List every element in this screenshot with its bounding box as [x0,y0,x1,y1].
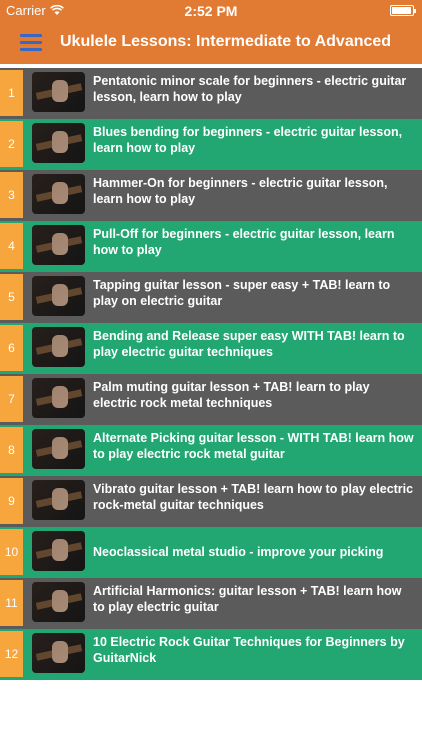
lesson-title: Palm muting guitar lesson + TAB! learn t… [93,380,370,410]
lesson-thumbnail[interactable] [32,378,85,418]
list-item[interactable]: 12 10 Electric Rock Guitar Techniques for… [0,629,422,680]
lesson-number: 1 [0,70,23,116]
lesson-thumbnail[interactable] [32,633,85,673]
lesson-title: Pull-Off for beginners - electric guitar… [93,227,395,257]
list-item[interactable]: 5 Tapping guitar lesson - super easy + TA… [0,272,422,323]
list-item[interactable]: 9 Vibrato guitar lesson + TAB! learn how … [0,476,422,527]
nav-bar: Ukulele Lessons: Intermediate to Advance… [0,22,422,64]
lesson-title: Blues bending for beginners - electric g… [93,125,403,155]
lesson-title: Bending and Release super easy WITH TAB!… [93,329,405,359]
list-item[interactable]: 2 Blues bending for beginners - electric … [0,119,422,170]
lesson-number: 5 [0,274,23,320]
list-item[interactable]: 6 Bending and Release super easy WITH TAB… [0,323,422,374]
lesson-thumbnail[interactable] [32,72,85,112]
status-time: 2:52 PM [184,3,238,19]
lesson-number: 8 [0,427,23,473]
lesson-number: 7 [0,376,23,422]
lesson-title: Tapping guitar lesson - super easy + TAB… [93,278,391,308]
lesson-number: 4 [0,223,23,269]
lesson-number: 9 [0,478,23,524]
list-item[interactable]: 4 Pull-Off for beginners - electric guita… [0,221,422,272]
lesson-thumbnail[interactable] [32,531,85,571]
list-item[interactable]: 8 Alternate Picking guitar lesson - WITH … [0,425,422,476]
status-bar: Carrier 2:52 PM [0,0,422,22]
lesson-number: 3 [0,172,23,218]
lesson-title: 10 Electric Rock Guitar Techniques for B… [93,635,405,665]
lesson-title: Artificial Harmonics: guitar lesson + TA… [93,584,402,614]
lesson-number: 11 [0,580,23,626]
lesson-number: 2 [0,121,23,167]
hamburger-menu-icon[interactable] [20,34,42,52]
battery-icon [390,5,416,16]
lesson-number: 6 [0,325,23,371]
lesson-thumbnail[interactable] [32,480,85,520]
list-item[interactable]: 10 Neoclassical metal studio - improve yo… [0,527,422,578]
lesson-title: Pentatonic minor scale for beginners - e… [93,74,407,104]
lesson-title: Alternate Picking guitar lesson - WITH T… [93,431,414,461]
list-item[interactable]: 7 Palm muting guitar lesson + TAB! learn … [0,374,422,425]
lesson-thumbnail[interactable] [32,327,85,367]
lesson-title: Neoclassical metal studio - improve your… [93,545,384,559]
lesson-number: 10 [0,529,23,575]
lesson-thumbnail[interactable] [32,123,85,163]
lesson-thumbnail[interactable] [32,429,85,469]
lesson-thumbnail[interactable] [32,225,85,265]
list-item[interactable]: 11 Artificial Harmonics: guitar lesson + … [0,578,422,629]
lesson-title: Hammer-On for beginners - electric guita… [93,176,388,206]
lesson-number: 12 [0,631,23,677]
lesson-thumbnail[interactable] [32,276,85,316]
page-title: Ukulele Lessons: Intermediate to Advance… [60,33,392,50]
lesson-title: Vibrato guitar lesson + TAB! learn how t… [93,482,414,512]
list-item[interactable]: 3 Hammer-On for beginners - electric guit… [0,170,422,221]
lesson-thumbnail[interactable] [32,582,85,622]
lesson-list: 1 Pentatonic minor scale for beginners - … [0,68,422,680]
lesson-thumbnail[interactable] [32,174,85,214]
list-item[interactable]: 1 Pentatonic minor scale for beginners - … [0,68,422,119]
